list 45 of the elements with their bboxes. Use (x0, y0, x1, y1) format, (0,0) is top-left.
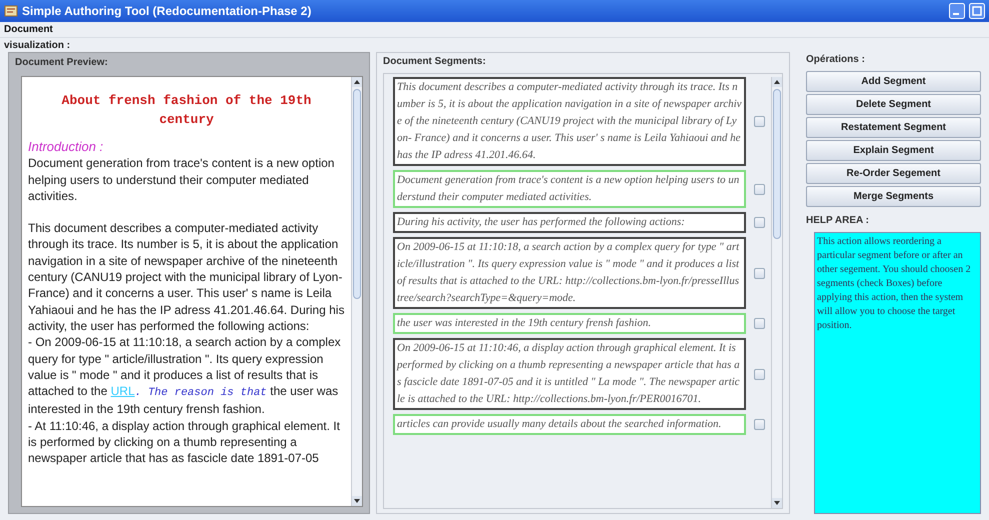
scrollbar[interactable] (771, 77, 782, 508)
segment-text: the user was interested in the 19th century frensh fashion. (393, 313, 746, 334)
section-heading: Introduction : (28, 139, 104, 156)
operation-button[interactable]: Explain Segment (806, 140, 981, 161)
panel-label: Opérations : (806, 53, 866, 67)
paragraph: This document describes a computer-mediated activity through its trace. Its number is 5, it is about the application navigation in a site of newspaper archive of the nineteenth century (CANU19 project with the municipal library of Lyon- France) and it concerns a user. This user' s name is Leila Yahiaoui and he has the IP adress 41.201.46.64. During his activity, the user has performed the following actions: (28, 220, 345, 334)
menu-item[interactable]: Document (4, 22, 53, 37)
checkbox[interactable] (754, 217, 765, 228)
operation-button[interactable]: Merge Segments (806, 186, 981, 207)
window-title: Simple Authoring Tool (Redocumentation-Phase 2) (22, 3, 312, 20)
checkbox[interactable] (754, 368, 765, 380)
checkbox[interactable] (754, 268, 765, 278)
segment-text: articles can provide usually many details about the searched information. (393, 414, 746, 435)
operation-button[interactable]: Add Segment (806, 71, 981, 92)
segment-text: Document generation from trace's content is a new option helping users to understund their computer mediated activities. (393, 170, 746, 208)
operation-button[interactable]: Restatement Segment (806, 117, 981, 138)
section-label: visualization : (4, 38, 70, 52)
minimize-icon[interactable] (949, 3, 965, 19)
down-arrow-icon[interactable] (352, 496, 362, 506)
checkbox[interactable] (754, 116, 765, 127)
checkbox[interactable] (754, 419, 765, 430)
help-text-area: This action allows reordering a particular segment before or after an other segement. You should choosen 2 segments (check Boxes) before applying this action, then the system will allow you to choose the target position. (814, 232, 981, 514)
paragraph: - On 2009-06-15 at 11:10:18, a search action by a complex query for type " article/illustration ". Its query expression value is " mode " and it produces a list of results that is attached to the URL. The reason is that the user was interested in the 19th century frensh fashion. (28, 334, 342, 418)
panel-label: HELP AREA : (806, 214, 870, 228)
segment-text: This document describes a computer-mediated activity through its trace. Its number is 5, it is about the application navigation in a site of newspaper archive of the nineteenth century (CANU19 project with the municipal library of Lyon- France) and it concerns a user. This user' s name is Leila Yahiaoui and he has the IP adress 41.201.46.64. (393, 77, 746, 166)
segment-text: During his activity, the user has performed the following actions: (393, 212, 746, 233)
app-icon (4, 4, 18, 18)
checkbox[interactable] (754, 318, 765, 329)
segment-text: On 2009-06-15 at 11:10:46, a display action through graphical element. It is performed by clicking on a thumb representing a newspaper article that has as fascicle date 1891-07-05 and it is untitled " La mode ". The newspaper article is attached to the URL: http://collections.bm-lyon.fr/PER0016701. (393, 338, 746, 410)
operation-button[interactable]: Delete Segment (806, 94, 981, 115)
scroll-thumb[interactable] (353, 89, 361, 299)
up-arrow-icon[interactable] (352, 77, 362, 87)
scrollbar[interactable] (351, 77, 362, 506)
segment-text: On 2009-06-15 at 11:10:18, a search action by a complex query for type " article/illustration ". Its query expression value is " mode " and it produces a list of results that is attached to the URL: http://collections.bm-lyon.fr/presseIllustree/search?searchType=&query=mode. (393, 237, 746, 309)
up-arrow-icon[interactable] (772, 77, 782, 87)
scroll-thumb[interactable] (773, 89, 781, 239)
document-title: About frensh fashion of the 19th century (60, 92, 312, 129)
checkbox[interactable] (754, 184, 765, 194)
operation-button[interactable]: Re-Order Segement (806, 163, 981, 184)
paragraph: Document generation from trace's content is a new option helping users to understund their computer mediated activities. (28, 155, 336, 204)
panel-label: Document Segments: (383, 55, 487, 69)
paragraph: - At 11:10:46, a display action through graphical element. It is performed by clicking on a thumb representing a newspaper article that has as fascicle date 1891-07-05 (28, 418, 341, 467)
panel-label: Document Preview: (15, 56, 109, 70)
maximize-icon[interactable] (969, 3, 985, 19)
down-arrow-icon[interactable] (772, 498, 782, 508)
